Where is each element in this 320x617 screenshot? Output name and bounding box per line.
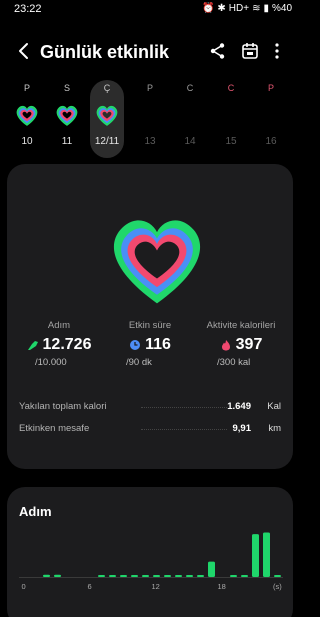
day-item[interactable]: C 14: [173, 80, 207, 158]
steps-bar: [109, 575, 116, 577]
alarm-icon: ⏰: [201, 3, 215, 14]
steps-bar: [153, 575, 160, 577]
active-time-goal: /90 dk: [126, 357, 152, 368]
steps-bar: [164, 575, 171, 577]
status-icons: ⏰ ✱ HD+ ≋ ▮ %40: [202, 3, 292, 14]
day-item[interactable]: P 13: [133, 80, 167, 158]
steps-bar: [263, 532, 270, 577]
day-number: 16: [265, 136, 277, 147]
steps-bar: [120, 575, 127, 577]
day-letter: C: [227, 83, 235, 93]
shoe-icon: [27, 341, 38, 350]
back-arrow-icon[interactable]: [14, 41, 34, 61]
network-type: HD+: [228, 3, 250, 14]
more-options-icon[interactable]: [267, 41, 287, 61]
app-header: Günlük etkinlik: [0, 36, 300, 70]
hourly-steps-chart: 0 6 12 18 (s): [19, 532, 283, 591]
active-calories-value: 397: [235, 336, 263, 353]
day-letter: Ç: [103, 83, 111, 93]
page-title: Günlük etkinlik: [40, 42, 170, 62]
day-number: 15: [225, 136, 237, 147]
steps-bar: [274, 575, 281, 577]
active-time-value: 116: [145, 336, 171, 353]
steps-bar: [208, 561, 215, 577]
activity-heart-rings-icon: [113, 220, 201, 304]
total-calories-unit: Kal: [267, 401, 281, 412]
battery-percent: %40: [271, 3, 292, 14]
heart-rings-icon: [96, 105, 118, 126]
week-day-selector: P 10 S 11 Ç 12/11 P 13 C 14 C 15 P 16: [0, 80, 300, 160]
steps-bar: [252, 534, 259, 577]
row-divider: [141, 407, 227, 408]
x-tick-label: 0: [22, 582, 26, 591]
day-item[interactable]: P 16: [254, 80, 288, 158]
steps-bar: [175, 575, 182, 577]
steps-bar: [43, 574, 50, 577]
day-number: 14: [184, 136, 196, 147]
active-calories-goal: /300 kal: [217, 357, 251, 368]
steps-stat[interactable]: Adım 12.726 /10.000: [11, 320, 107, 368]
row-divider: [141, 429, 227, 430]
steps-bar: [98, 575, 105, 577]
day-letter: S: [63, 83, 70, 93]
active-time-stat[interactable]: Etkin süre 116 /90 dk: [102, 320, 198, 368]
active-distance-unit: km: [268, 423, 281, 434]
day-number: 13: [144, 136, 156, 147]
steps-bar: [241, 575, 248, 577]
day-letter: C: [186, 83, 194, 93]
heart-rings-icon: [16, 105, 38, 126]
steps-bar: [142, 575, 149, 577]
active-time-label: Etkin süre: [128, 320, 172, 331]
steps-bar: [131, 575, 138, 577]
steps-chart-card[interactable]: Adım 0 6 12 18 (s): [7, 487, 293, 617]
total-calories-label: Yakılan toplam kalori: [19, 401, 107, 412]
day-item[interactable]: S 11: [50, 80, 84, 158]
daily-activity-card: Adım 12.726 /10.000 Etkin süre 116 /90 d…: [7, 164, 293, 469]
steps-bar: [186, 575, 193, 577]
steps-value: 12.726: [42, 336, 92, 353]
day-letter: P: [267, 83, 274, 93]
active-distance-row[interactable]: Etkinken mesafe 9,91 km: [19, 421, 281, 437]
day-number: 11: [61, 136, 73, 147]
active-calories-stat[interactable]: Aktivite kalorileri 397 /300 kal: [193, 320, 289, 368]
total-calories-row[interactable]: Yakılan toplam kalori 1.649 Kal: [19, 399, 281, 415]
total-calories-value: 1.649: [227, 401, 251, 412]
calendar-icon[interactable]: [240, 41, 260, 61]
x-tick-label: 12: [152, 582, 160, 591]
x-tick-label: 18: [218, 582, 226, 591]
active-calories-label: Aktivite kalorileri: [206, 320, 276, 331]
signal-icon: ▮: [263, 3, 269, 14]
day-letter: P: [23, 83, 30, 93]
active-distance-label: Etkinken mesafe: [19, 423, 90, 434]
day-letter: P: [146, 83, 153, 93]
day-item[interactable]: Ç 12/11: [90, 80, 124, 158]
day-item[interactable]: P 10: [10, 80, 44, 158]
steps-bar: [230, 575, 237, 577]
active-distance-value: 9,91: [232, 423, 252, 434]
x-tick-label: (s): [273, 582, 282, 591]
day-number: 10: [21, 136, 33, 147]
status-bar: 23:22 ⏰ ✱ HD+ ≋ ▮ %40: [0, 0, 300, 20]
steps-goal: /10.000: [35, 357, 67, 368]
steps-label: Adım: [47, 320, 71, 331]
steps-bar: [197, 575, 204, 577]
clock-icon: [130, 340, 141, 350]
steps-bar: [54, 574, 61, 577]
status-time: 23:22: [14, 3, 42, 15]
heart-rings-icon: [56, 105, 78, 126]
bluetooth-icon: ✱: [217, 3, 226, 14]
x-tick-label: 6: [88, 582, 92, 591]
share-icon[interactable]: [208, 41, 228, 61]
wifi-icon: ≋: [252, 3, 261, 14]
flame-icon: [221, 340, 230, 351]
day-number: 12/11: [94, 136, 120, 147]
day-item[interactable]: C 15: [214, 80, 248, 158]
